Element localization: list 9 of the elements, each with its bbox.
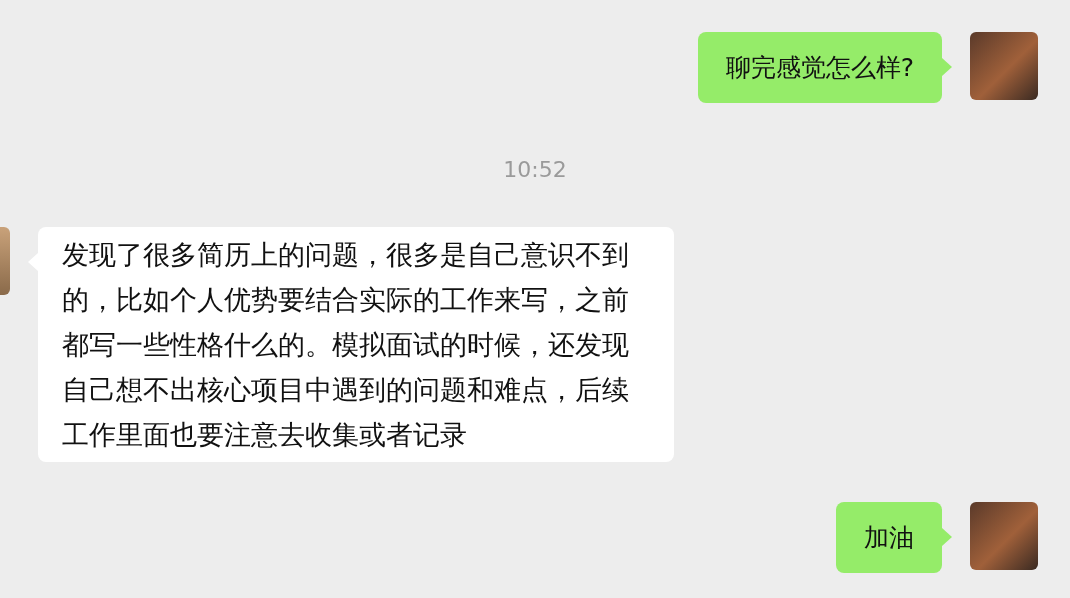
message-bubble: 加油 xyxy=(836,502,942,573)
bubble-tail xyxy=(942,528,952,546)
avatar-photo-placeholder[interactable] xyxy=(970,32,1038,100)
avatar-photo-placeholder[interactable] xyxy=(970,502,1038,570)
timestamp: 10:52 xyxy=(502,156,568,184)
bubble-tail xyxy=(942,58,952,76)
message-bubble: 聊完感觉怎么样? xyxy=(697,32,942,103)
message-bubble: 发现了很多简历上的问题，很多是自己意识不到的，比如个人优势要结合实际的工作来写，之前都写一些性格什么的。模拟面试的时候，还发现自己想不出核心项目中遇到的问题和难点，后续工作里面也要注意去收集或者记录 xyxy=(38,227,674,462)
avatar-photo-placeholder[interactable] xyxy=(0,227,10,295)
